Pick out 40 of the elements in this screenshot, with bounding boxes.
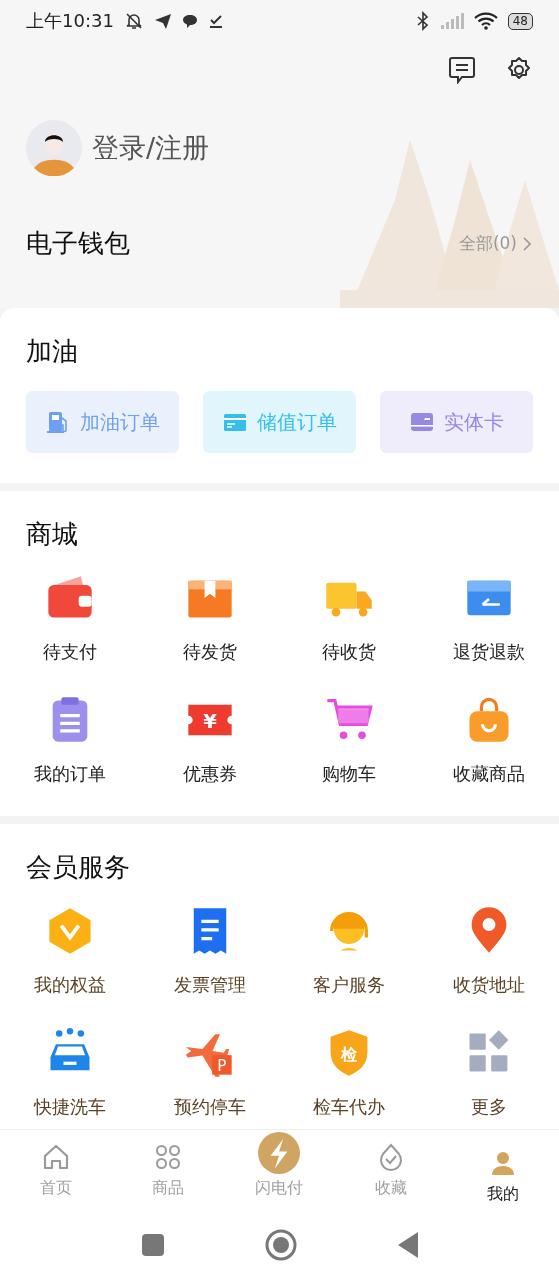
menu-item[interactable]: 我的订单 xyxy=(0,694,140,786)
message-icon[interactable] xyxy=(449,56,475,84)
back-button[interactable] xyxy=(396,1231,419,1259)
physical-card-icon xyxy=(409,410,434,434)
avatar[interactable] xyxy=(26,120,82,176)
menu-item[interactable]: 发票管理 xyxy=(139,905,280,997)
menu-item[interactable]: ¥ 优惠券 xyxy=(139,694,280,786)
bluetooth-icon xyxy=(415,11,430,31)
menu-item[interactable]: 收货地址 xyxy=(419,905,559,997)
menu-item[interactable]: 快捷洗车 xyxy=(0,1027,140,1119)
menu-item[interactable]: 待支付 xyxy=(0,572,140,664)
menu-item[interactable]: 收藏商品 xyxy=(419,694,559,786)
pump-icon xyxy=(45,410,70,434)
chevron-icon xyxy=(523,236,531,251)
wifi-icon xyxy=(473,12,498,30)
signal-icon xyxy=(439,13,464,29)
download-done-icon xyxy=(207,13,224,29)
section-title: 加油 xyxy=(26,335,79,368)
clock: 上午10:31 xyxy=(26,9,114,33)
battery-indicator: 48 xyxy=(507,12,533,30)
menu-item[interactable]: 待发货 xyxy=(139,572,280,664)
home-button[interactable] xyxy=(264,1229,297,1261)
section-title: 会员服务 xyxy=(26,851,131,884)
section-title: 电子钱包 xyxy=(26,227,131,260)
login-link[interactable]: 登录/注册 xyxy=(92,130,210,166)
menu-item[interactable]: 购物车 xyxy=(279,694,420,786)
chat-icon xyxy=(181,13,198,29)
menu-item[interactable]: 我的权益 xyxy=(0,905,140,997)
menu-item[interactable]: 检 检车代办 xyxy=(279,1027,420,1119)
menu-item[interactable]: 待收货 xyxy=(279,572,420,664)
menu-item[interactable]: 退货退款 xyxy=(419,572,559,664)
bolt-icon xyxy=(258,1132,301,1174)
recents-button[interactable] xyxy=(140,1233,165,1257)
mute-icon xyxy=(123,11,144,31)
section-title: 商城 xyxy=(26,518,79,551)
tab[interactable]: 我的 xyxy=(447,1130,559,1210)
menu-item[interactable]: P 预约停车 xyxy=(139,1027,280,1119)
menu-item[interactable]: 客户服务 xyxy=(279,905,420,997)
menu-item[interactable]: 更多 xyxy=(419,1027,559,1119)
send-icon xyxy=(153,12,172,30)
